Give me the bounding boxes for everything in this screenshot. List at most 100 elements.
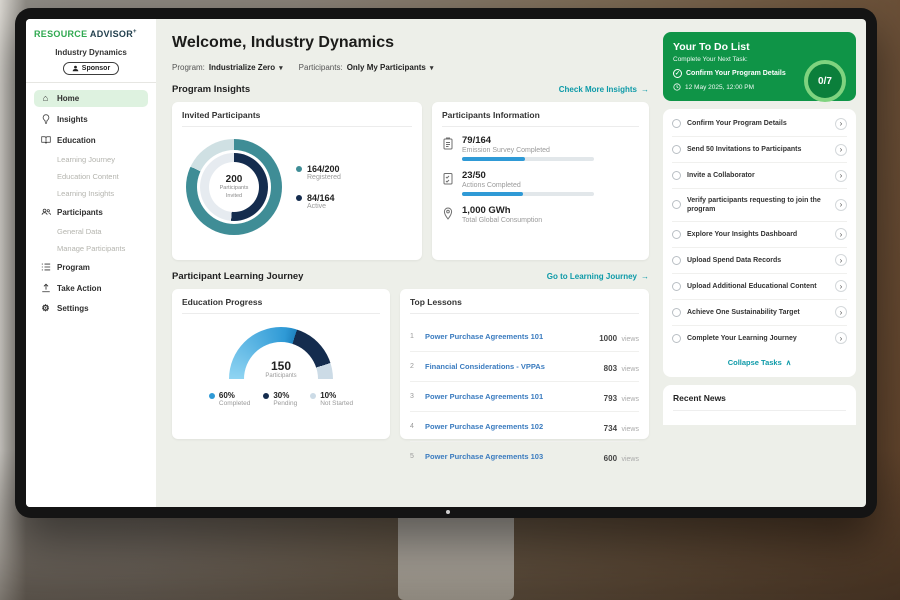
chevron-right-icon[interactable]: ›: [835, 306, 847, 318]
program-filter-value: Industrialize Zero: [209, 63, 275, 72]
sidebar-item-label: Settings: [57, 304, 89, 313]
sidebar-item-program[interactable]: Program: [34, 258, 148, 276]
chevron-right-icon[interactable]: ›: [835, 228, 847, 240]
chevron-right-icon[interactable]: ›: [835, 254, 847, 266]
task-item[interactable]: Upload Additional Educational Content ›: [672, 274, 847, 300]
lesson-link[interactable]: Financial Considerations - VPPAs: [425, 362, 597, 371]
arrow-right-icon: →: [641, 272, 649, 281]
participants-information-card: Participants Information 79/164 Emission…: [432, 102, 649, 260]
lesson-row: 3 Power Purchase Agreements 101 793 view…: [410, 382, 639, 412]
lesson-link[interactable]: Power Purchase Agreements 102: [425, 422, 597, 431]
app-logo: RESOURCE ADVISOR+: [34, 29, 148, 39]
chevron-right-icon[interactable]: ›: [835, 199, 847, 211]
chevron-right-icon[interactable]: ›: [835, 118, 847, 130]
section-title: Program Insights: [172, 84, 250, 95]
sponsor-badge[interactable]: Sponsor: [63, 62, 119, 75]
logo-resource: RESOURCE: [34, 29, 87, 39]
lesson-row: 1 Power Purchase Agreements 101 1000 vie…: [410, 322, 639, 352]
chevron-right-icon[interactable]: ›: [835, 170, 847, 182]
task-checkbox[interactable]: [672, 256, 681, 265]
people-icon: [40, 207, 51, 217]
sponsor-badge-label: Sponsor: [82, 65, 110, 72]
task-item[interactable]: Send 50 Invitations to Participants ›: [672, 137, 847, 163]
sidebar-item-settings[interactable]: ⚙ Settings: [34, 300, 148, 317]
todo-progress-ring: 0/7: [804, 60, 846, 102]
participants-filter-label: Participants:: [299, 63, 343, 72]
participants-filter-value: Only My Participants: [347, 63, 426, 72]
arrow-right-icon: →: [641, 85, 649, 94]
task-item[interactable]: Complete Your Learning Journey ›: [672, 326, 847, 351]
task-item[interactable]: Confirm Your Program Details ›: [672, 111, 847, 137]
chevron-up-icon: ∧: [786, 358, 792, 367]
sidebar-item-participants[interactable]: Participants: [34, 203, 148, 221]
task-checkbox[interactable]: [672, 200, 681, 209]
todo-title: Your To Do List: [673, 41, 846, 53]
task-item[interactable]: Upload Spend Data Records ›: [672, 248, 847, 274]
emission-survey-stat: 79/164 Emission Survey Completed: [442, 135, 639, 161]
task-item[interactable]: Invite a Collaborator ›: [672, 163, 847, 189]
chevron-down-icon: ▾: [430, 64, 434, 72]
participants-filter: Participants: Only My Participants ▾: [299, 63, 434, 72]
participants-filter-dropdown[interactable]: Only My Participants ▾: [347, 63, 434, 72]
location-pin-icon: [442, 205, 454, 220]
sidebar-item-manage-participants[interactable]: Manage Participants: [34, 241, 148, 256]
sidebar-item-label: Participants: [57, 208, 103, 217]
chevron-right-icon[interactable]: ›: [835, 280, 847, 292]
gear-icon: ⚙: [40, 304, 51, 313]
task-item[interactable]: Achieve One Sustainability Target ›: [672, 300, 847, 326]
actions-completed-stat: 23/50 Actions Completed: [442, 170, 639, 196]
task-item[interactable]: Explore Your Insights Dashboard ›: [672, 222, 847, 248]
gauge-center-value: 150: [229, 359, 333, 373]
monitor-frame: RESOURCE ADVISOR+ Industry Dynamics Spon…: [15, 8, 877, 518]
lesson-link[interactable]: Power Purchase Agreements 101: [425, 392, 597, 401]
sidebar-item-label: Program: [57, 263, 90, 272]
sidebar-item-learning-insights[interactable]: Learning Insights: [34, 186, 148, 201]
home-icon: ⌂: [40, 94, 51, 103]
sidebar-item-education[interactable]: Education: [34, 131, 148, 149]
navy-dot-icon: [296, 195, 302, 201]
task-checkbox[interactable]: [672, 334, 681, 343]
task-checkbox[interactable]: [672, 171, 681, 180]
task-checkbox[interactable]: [672, 308, 681, 317]
lesson-link[interactable]: Power Purchase Agreements 103: [425, 452, 597, 461]
navy-dot-icon: [263, 393, 269, 399]
sidebar-item-insights[interactable]: Insights: [34, 110, 148, 128]
chevron-right-icon[interactable]: ›: [835, 332, 847, 344]
sidebar-item-general-data[interactable]: General Data: [34, 224, 148, 239]
lesson-link[interactable]: Power Purchase Agreements 101: [425, 332, 592, 341]
insights-cards-row: Invited Participants 200 Participants In…: [172, 102, 649, 260]
task-checkbox[interactable]: [672, 119, 681, 128]
global-consumption-stat: 1,000 GWh Total Global Consumption: [442, 205, 639, 227]
task-checkbox[interactable]: [672, 145, 681, 154]
power-led: [446, 510, 450, 514]
check-more-insights-link[interactable]: Check More Insights →: [559, 85, 649, 94]
task-item[interactable]: Verify participants requesting to join t…: [672, 189, 847, 222]
learning-cards-row: Education Progress 150 Participants: [172, 289, 649, 439]
progress-bar: [462, 157, 594, 161]
next-task[interactable]: ✓ Confirm Your Program Details: [673, 69, 805, 78]
progress-bar: [462, 192, 594, 196]
lesson-row: 5 Power Purchase Agreements 103 600 view…: [410, 442, 639, 471]
sidebar-item-learning-journey[interactable]: Learning Journey: [34, 152, 148, 167]
card-title: Top Lessons: [410, 297, 639, 314]
logo-advisor: ADVISOR: [90, 29, 133, 39]
lesson-row: 4 Power Purchase Agreements 102 734 view…: [410, 412, 639, 442]
monitor-stand: [398, 516, 514, 600]
program-filter-dropdown[interactable]: Industrialize Zero ▾: [209, 63, 283, 72]
recent-news-title: Recent News: [673, 393, 846, 411]
sidebar-item-label: Home: [57, 94, 79, 103]
upload-icon: [40, 283, 51, 293]
sidebar-item-home[interactable]: ⌂ Home: [34, 90, 148, 107]
collapse-tasks-link[interactable]: Collapse Tasks ∧: [672, 351, 847, 375]
task-checkbox[interactable]: [672, 282, 681, 291]
sidebar-item-education-content[interactable]: Education Content: [34, 169, 148, 184]
task-list-card: Confirm Your Program Details › Send 50 I…: [663, 109, 856, 377]
program-insights-header: Program Insights Check More Insights →: [172, 84, 649, 95]
go-to-learning-journey-link[interactable]: Go to Learning Journey →: [547, 272, 649, 281]
donut-center-label: Participants Invited: [220, 185, 249, 199]
clock-icon: [673, 83, 681, 91]
sidebar-item-take-action[interactable]: Take Action: [34, 279, 148, 297]
chevron-right-icon[interactable]: ›: [835, 144, 847, 156]
book-icon: [40, 135, 51, 145]
task-checkbox[interactable]: [672, 230, 681, 239]
